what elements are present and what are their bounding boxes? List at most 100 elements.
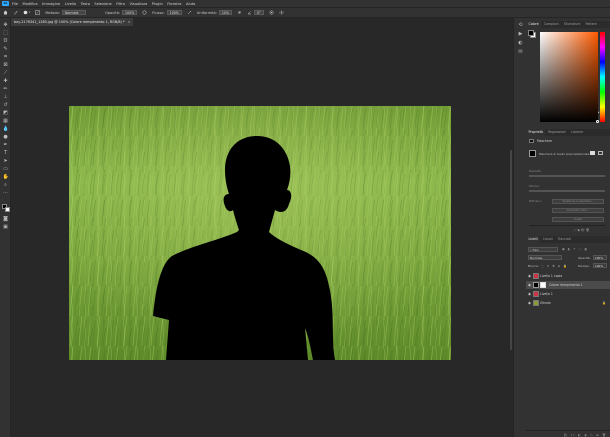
density-slider[interactable] [529,175,605,177]
menu-livello[interactable]: Livello [65,2,77,6]
tab-sfumature[interactable]: Sfumature [561,21,583,28]
layer-row[interactable]: ◉ Livello 1 copia [526,272,610,280]
history-icon[interactable]: ⟲ [518,22,524,28]
tab-canali[interactable]: Canali [540,236,555,243]
home-icon[interactable] [3,10,8,15]
mode-select[interactable]: Normale [61,10,86,15]
background-color-swatch[interactable] [4,206,10,212]
settings-gear-icon[interactable] [237,10,242,15]
layer-name: Livello 1 [540,292,553,296]
zoom-tool-icon[interactable]: ⌕ [3,182,9,188]
tab-campioni[interactable]: Campioni [541,21,561,28]
tab-proprieta[interactable]: Proprietà [526,129,546,136]
tab-regolazioni[interactable]: Regolazioni [545,129,568,136]
color-fg-swatch[interactable] [528,30,534,36]
stamp-tool-icon[interactable]: ⊥ [3,94,9,100]
blur-tool-icon[interactable]: 💧 [3,126,9,132]
invert-button[interactable]: Inverti [552,217,604,222]
healing-tool-icon[interactable]: ✚ [3,78,9,84]
eye-icon[interactable]: ◉ [526,301,533,305]
document-tab[interactable]: boy-2176341_1280.jpg @ 100% (Colore riem… [11,18,133,26]
tab-pattern[interactable]: Pattern [583,21,599,28]
smoothing-input[interactable]: 10% [218,10,232,15]
gradient-tool-icon[interactable]: ▦ [3,118,9,124]
lasso-tool-icon[interactable]: ʘ [3,38,9,44]
menu-immagine[interactable]: Immagine [42,2,60,6]
play-icon[interactable]: ▶ [518,31,524,37]
hue-slider-handle[interactable]: ▸ [598,110,600,114]
opacity-group: Opacità: 100% [105,10,138,15]
hand-tool-icon[interactable]: ✋ [3,174,9,180]
brush-tool-sidebar-icon[interactable]: ✏ [3,86,9,92]
pressure-opacity-icon[interactable] [142,10,147,15]
color-range-button[interactable]: Intervallo colori... [552,208,604,213]
flow-input[interactable]: 100% [166,10,182,15]
brush-tool-icon[interactable] [13,10,18,15]
opacity-input[interactable]: 100% [122,10,138,15]
move-tool-icon[interactable]: ✥ [3,22,9,28]
eye-icon[interactable]: ◉ [526,292,533,296]
fill-input[interactable]: 100% [593,263,607,268]
lock-icons[interactable]: ⬚ ✎ ✥ ⊡ 🔒 [541,264,568,268]
path-select-tool-icon[interactable]: ➤ [3,158,9,164]
layer-row[interactable]: ◉ Livello 1 [526,290,610,298]
history-brush-tool-icon[interactable]: ↺ [3,102,9,108]
color-picker-field[interactable] [540,32,599,123]
frame-tool-icon[interactable]: ⊠ [3,62,9,68]
tab-tracciati[interactable]: Tracciati [555,236,573,243]
symmetry-icon[interactable] [279,10,284,15]
select-and-mask-button[interactable]: Seleziona e maschera... [552,199,604,204]
layers-footer-icons[interactable]: ⛓ fx ◐ ◑ ▭ ⊞ 🗑 [563,433,607,437]
vertical-scroll-thumb[interactable] [510,150,512,350]
eyedropper-tool-icon[interactable]: ⟋ [3,70,9,76]
menu-plugin[interactable]: Plugin [152,2,163,6]
pressure-size-icon[interactable] [269,10,274,15]
pen-tool-icon[interactable]: ✒ [3,142,9,148]
menu-selezione[interactable]: Selezione [94,2,111,6]
tab-librerie[interactable]: Librerie [569,129,586,136]
airbrush-icon[interactable] [187,10,192,15]
menu-file[interactable]: File [12,2,18,6]
marquee-tool-icon[interactable]: ⬚ [3,30,9,36]
layer-filter-icons[interactable]: ▣ ◐ T ⬚ ◨ [562,247,588,251]
dodge-tool-icon[interactable]: ● [3,134,9,140]
menu-aiuto[interactable]: Aiuto [186,2,195,6]
blend-mode-select[interactable]: Normale [528,255,562,260]
menu-filtro[interactable]: Filtro [116,2,125,6]
eraser-tool-icon[interactable]: ◩ [3,110,9,116]
document-canvas[interactable] [69,106,451,360]
tab-colore[interactable]: Colore [526,21,542,28]
shape-tool-icon[interactable]: ▭ [3,166,9,172]
screen-mode-icon[interactable]: ▣ [3,224,9,230]
hue-slider[interactable] [600,32,605,122]
feather-slider[interactable] [529,190,605,192]
angle-icon: 0° [247,10,264,15]
layer-row[interactable]: ◉ Sfondo 🔒 [526,299,610,307]
quick-mask-icon[interactable]: ◙ [3,216,9,222]
grass-photo [69,106,451,360]
tab-livelli[interactable]: Livelli [526,236,541,243]
menu-visualizza[interactable]: Visualizza [130,2,148,6]
type-tool-icon[interactable]: T [3,150,9,156]
crop-tool-icon[interactable]: ⌗ [3,54,9,60]
layer-opacity-input[interactable]: 100% [593,255,607,260]
menu-modifica[interactable]: Modifica [23,2,38,6]
angle-input[interactable]: 0° [254,10,264,15]
quick-select-tool-icon[interactable]: ✎ [3,46,9,52]
more-tools-icon[interactable]: ⋯ [3,190,9,196]
menu-testo[interactable]: Testo [81,2,90,6]
document-tab-bar: boy-2176341_1280.jpg @ 100% (Colore riem… [11,18,513,26]
adjustments-icon[interactable]: ◐ [518,40,524,46]
eye-icon[interactable]: ◉ [526,274,533,278]
mode-label: Metodo: [45,10,60,15]
brush-size-picker[interactable]: ▾ [23,10,30,15]
comment-icon[interactable]: ✉ [518,49,524,55]
layer-row-selected[interactable]: ◉ Colore riempimento 1 [526,281,610,289]
eye-icon[interactable]: ◉ [526,283,533,287]
brush-panel-icon[interactable] [35,10,41,15]
close-tab-icon[interactable]: × [128,20,131,24]
vector-mask-button[interactable] [598,151,603,155]
pixel-mask-button[interactable] [590,151,595,155]
layer-filter-select[interactable]: ⌕ Tipo [528,247,558,252]
menu-finestra[interactable]: Finestra [167,2,181,6]
